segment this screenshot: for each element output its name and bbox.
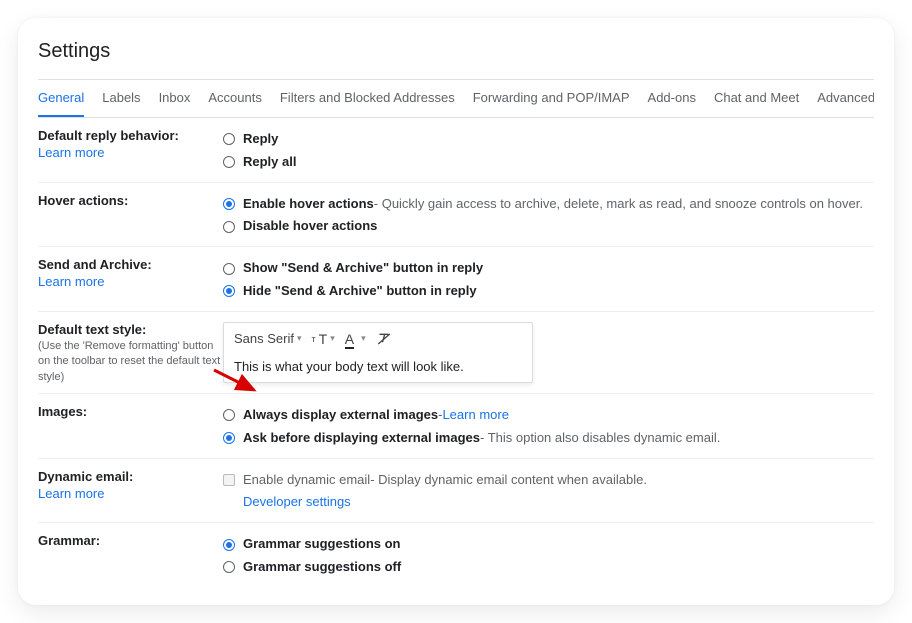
tab-general[interactable]: General	[38, 90, 84, 118]
learn-more-send-archive[interactable]: Learn more	[38, 274, 223, 289]
text-style-box: Sans Serif ▾ тT ▾ A ▾ This is wha	[223, 322, 533, 383]
radio-reply[interactable]	[223, 133, 235, 145]
radio-grammar-off[interactable]	[223, 561, 235, 573]
option-enable-hover: Enable hover actions	[243, 194, 374, 215]
label-images: Images:	[38, 404, 223, 419]
learn-more-reply[interactable]: Learn more	[38, 145, 223, 160]
text-color-button[interactable]: A ▾	[345, 331, 366, 347]
radio-reply-all[interactable]	[223, 156, 235, 168]
row-send-archive: Send and Archive: Learn more Show "Send …	[38, 247, 874, 312]
radio-always-display-images[interactable]	[223, 409, 235, 421]
text-color-icon: A	[345, 331, 354, 347]
option-show-send-archive: Show "Send & Archive" button in reply	[243, 258, 483, 279]
developer-settings-link[interactable]: Developer settings	[243, 492, 351, 513]
caret-down-icon: ▾	[361, 333, 366, 344]
row-default-reply: Default reply behavior: Learn more Reply…	[38, 118, 874, 183]
caret-down-icon: ▾	[297, 333, 302, 344]
radio-hide-send-archive[interactable]	[223, 285, 235, 297]
checkbox-enable-dynamic[interactable]	[223, 474, 235, 486]
tab-filters[interactable]: Filters and Blocked Addresses	[280, 90, 455, 117]
caret-down-icon: ▾	[330, 333, 335, 344]
tab-inbox[interactable]: Inbox	[159, 90, 191, 117]
font-size-button[interactable]: тT ▾	[312, 331, 335, 347]
option-ask-before-images: Ask before displaying external images	[243, 428, 480, 449]
tab-forwarding[interactable]: Forwarding and POP/IMAP	[473, 90, 630, 117]
page-title: Settings	[38, 40, 874, 63]
learn-more-images[interactable]: Learn more	[442, 405, 508, 426]
row-text-style: Default text style: (Use the 'Remove for…	[38, 312, 874, 394]
tab-chat[interactable]: Chat and Meet	[714, 90, 799, 117]
font-size-icon: т	[312, 334, 316, 344]
text-style-toolbar: Sans Serif ▾ тT ▾ A ▾	[234, 331, 522, 353]
radio-disable-hover[interactable]	[223, 221, 235, 233]
label-dynamic-email: Dynamic email:	[38, 469, 223, 484]
font-family-button[interactable]: Sans Serif ▾	[234, 331, 302, 346]
option-always-display-images: Always display external images	[243, 405, 438, 426]
settings-tabs: General Labels Inbox Accounts Filters an…	[38, 79, 874, 118]
label-hover: Hover actions:	[38, 193, 223, 208]
option-reply: Reply	[243, 129, 278, 150]
learn-more-dynamic[interactable]: Learn more	[38, 486, 223, 501]
settings-panel: Settings General Labels Inbox Accounts F…	[18, 18, 894, 605]
row-hover-actions: Hover actions: Enable hover actions - Qu…	[38, 183, 874, 248]
option-reply-all: Reply all	[243, 152, 296, 173]
label-text-style: Default text style:	[38, 322, 223, 337]
sample-text: This is what your body text will look li…	[234, 359, 522, 374]
label-send-archive: Send and Archive:	[38, 257, 223, 272]
row-dynamic-email: Dynamic email: Learn more Enable dynamic…	[38, 459, 874, 524]
hint-text-style: (Use the 'Remove formatting' button on t…	[38, 339, 223, 385]
radio-ask-before-images[interactable]	[223, 432, 235, 444]
option-enable-hover-desc: - Quickly gain access to archive, delete…	[374, 194, 863, 215]
row-images: Images: Always display external images -…	[38, 394, 874, 459]
label-default-reply: Default reply behavior:	[38, 128, 223, 143]
option-disable-hover: Disable hover actions	[243, 216, 377, 237]
tab-labels[interactable]: Labels	[102, 90, 140, 117]
clear-formatting-button[interactable]	[376, 331, 392, 347]
option-enable-dynamic-desc: - Display dynamic email content when ava…	[370, 470, 647, 491]
tab-advanced[interactable]: Advanced	[817, 90, 874, 117]
clear-formatting-icon	[376, 331, 392, 347]
radio-show-send-archive[interactable]	[223, 263, 235, 275]
row-grammar: Grammar: Grammar suggestions on Grammar …	[38, 523, 874, 587]
option-grammar-off: Grammar suggestions off	[243, 557, 401, 578]
option-enable-dynamic: Enable dynamic email	[243, 470, 370, 491]
label-grammar: Grammar:	[38, 533, 223, 548]
tab-accounts[interactable]: Accounts	[208, 90, 261, 117]
radio-enable-hover[interactable]	[223, 198, 235, 210]
tab-addons[interactable]: Add-ons	[648, 90, 696, 117]
option-hide-send-archive: Hide "Send & Archive" button in reply	[243, 281, 477, 302]
option-ask-before-images-desc: - This option also disables dynamic emai…	[480, 428, 720, 449]
font-family-label: Sans Serif	[234, 331, 294, 346]
